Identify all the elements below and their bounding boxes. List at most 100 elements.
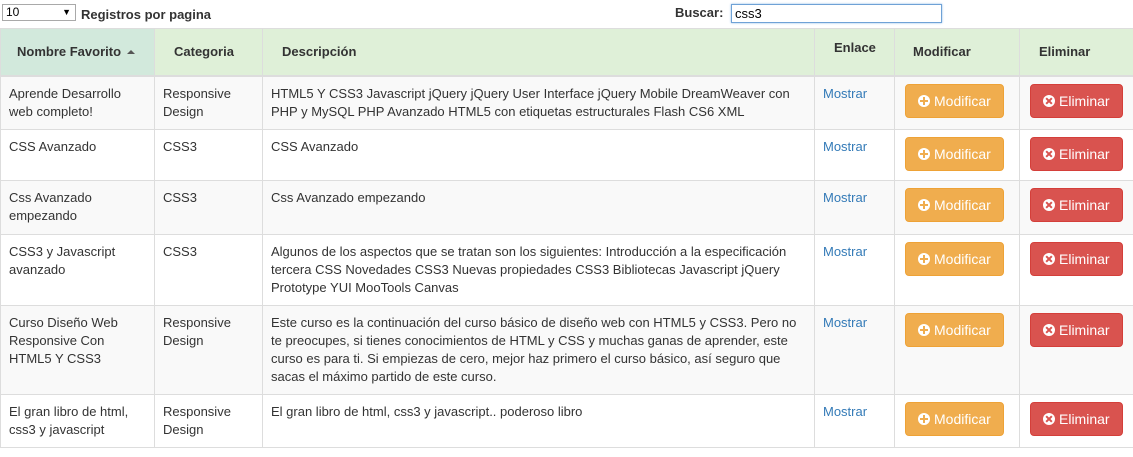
cell-enlace: Mostrar	[814, 75, 895, 130]
table-controls: 10 ▼ Registros por pagina Buscar: css3	[0, 0, 1133, 28]
show-link[interactable]: Mostrar	[823, 244, 867, 259]
cell-nombre: Aprende Desarrollo web completo!	[0, 75, 155, 130]
delete-button[interactable]: Eliminar	[1030, 188, 1123, 222]
cell-eliminar: Eliminar	[1019, 180, 1133, 235]
cell-nombre: Curso Diseño Web Responsive Con HTML5 Y …	[0, 305, 155, 395]
column-header-enlace[interactable]: Enlace	[814, 28, 895, 77]
cell-descripcion: CSS Avanzado	[262, 129, 815, 181]
delete-button[interactable]: Eliminar	[1030, 313, 1123, 347]
delete-button-label: Eliminar	[1059, 92, 1110, 109]
remove-circle-icon	[1043, 199, 1055, 211]
cell-categoria: Responsive Design	[154, 394, 263, 448]
plus-circle-icon	[918, 413, 930, 425]
delete-button[interactable]: Eliminar	[1030, 83, 1123, 118]
show-link[interactable]: Mostrar	[823, 86, 867, 101]
show-link[interactable]: Mostrar	[823, 404, 867, 419]
modify-button-label: Modificar	[934, 411, 991, 427]
remove-circle-icon	[1043, 413, 1055, 425]
cell-modificar: Modificar	[894, 394, 1020, 448]
modify-button[interactable]: Modificar	[905, 242, 1004, 276]
remove-circle-icon	[1043, 94, 1055, 107]
column-header-label: Nombre Favorito	[17, 44, 122, 60]
delete-button-label: Eliminar	[1059, 197, 1110, 213]
cell-descripcion: Algunos de los aspectos que se tratan so…	[262, 234, 815, 306]
modify-button[interactable]: Modificar	[905, 83, 1004, 118]
column-header-descripcion[interactable]: Descripción	[262, 28, 815, 77]
cell-categoria: CSS3	[154, 129, 263, 181]
cell-nombre: CSS Avanzado	[0, 129, 155, 181]
delete-button[interactable]: Eliminar	[1030, 402, 1123, 436]
cell-eliminar: Eliminar	[1019, 305, 1133, 395]
table-row: El gran libro de html, css3 y javascript…	[0, 394, 1133, 448]
page-length-value: 10	[6, 5, 20, 19]
page-length-select[interactable]: 10 ▼	[2, 4, 76, 21]
cell-enlace: Mostrar	[814, 305, 895, 395]
cell-categoria: Responsive Design	[154, 305, 263, 395]
cell-descripcion: HTML5 Y CSS3 Javascript jQuery jQuery Us…	[262, 75, 815, 130]
remove-circle-icon	[1043, 253, 1055, 265]
modify-button[interactable]: Modificar	[905, 137, 1004, 171]
page-length-label: Registros por pagina	[81, 7, 212, 22]
cell-descripcion: Este curso es la continuación del curso …	[262, 305, 815, 395]
cell-modificar: Modificar	[894, 180, 1020, 235]
delete-button[interactable]: Eliminar	[1030, 242, 1123, 276]
cell-enlace: Mostrar	[814, 234, 895, 306]
column-header-categoria[interactable]: Categoria	[154, 28, 263, 77]
cell-nombre: El gran libro de html, css3 y javascript	[0, 394, 155, 448]
column-header-eliminar[interactable]: Eliminar	[1019, 28, 1133, 77]
cell-enlace: Mostrar	[814, 129, 895, 181]
remove-circle-icon	[1043, 324, 1055, 336]
modify-button-label: Modificar	[934, 146, 991, 162]
table-header-row: Nombre Favorito Categoria Descripción En…	[0, 28, 1133, 77]
cell-eliminar: Eliminar	[1019, 234, 1133, 306]
favorites-table: Nombre Favorito Categoria Descripción En…	[0, 28, 1133, 448]
modify-button[interactable]: Modificar	[905, 313, 1004, 347]
plus-circle-icon	[918, 94, 930, 107]
cell-enlace: Mostrar	[814, 180, 895, 235]
sort-ascending-icon	[127, 50, 136, 55]
cell-eliminar: Eliminar	[1019, 129, 1133, 181]
column-header-label: Categoria	[174, 44, 234, 60]
column-header-modificar[interactable]: Modificar	[894, 28, 1020, 77]
plus-circle-icon	[918, 199, 930, 211]
modify-button-label: Modificar	[934, 197, 991, 213]
plus-circle-icon	[918, 253, 930, 265]
column-header-label: Descripción	[282, 44, 357, 60]
delete-button[interactable]: Eliminar	[1030, 137, 1123, 171]
delete-button-label: Eliminar	[1059, 146, 1110, 162]
cell-descripcion: Css Avanzado empezando	[262, 180, 815, 235]
modify-button[interactable]: Modificar	[905, 188, 1004, 222]
cell-eliminar: Eliminar	[1019, 75, 1133, 130]
modify-button[interactable]: Modificar	[905, 402, 1004, 436]
search-input[interactable]: css3	[731, 4, 942, 23]
modify-button-label: Modificar	[934, 92, 991, 109]
delete-button-label: Eliminar	[1059, 251, 1110, 267]
show-link[interactable]: Mostrar	[823, 190, 867, 205]
cell-descripcion: El gran libro de html, css3 y javascript…	[262, 394, 815, 448]
table-row: CSS Avanzado CSS3 CSS Avanzado Mostrar Modif…	[0, 129, 1133, 181]
remove-circle-icon	[1043, 148, 1055, 160]
column-header-label: Eliminar	[1039, 44, 1091, 60]
cell-categoria: CSS3	[154, 180, 263, 235]
cell-modificar: Modificar	[894, 305, 1020, 395]
column-header-nombre[interactable]: Nombre Favorito	[0, 28, 155, 77]
dropdown-arrow-icon: ▼	[62, 7, 71, 17]
show-link[interactable]: Mostrar	[823, 139, 867, 154]
table-row: Curso Diseño Web Responsive Con HTML5 Y …	[0, 305, 1133, 395]
column-header-label: Enlace	[834, 40, 876, 55]
cell-enlace: Mostrar	[814, 394, 895, 448]
cell-nombre: CSS3 y Javascript avanzado	[0, 234, 155, 306]
cell-nombre: Css Avanzado empezando	[0, 180, 155, 235]
plus-circle-icon	[918, 324, 930, 336]
modify-button-label: Modificar	[934, 322, 991, 338]
column-header-label: Modificar	[913, 44, 971, 60]
cell-categoria: CSS3	[154, 234, 263, 306]
delete-button-label: Eliminar	[1059, 411, 1110, 427]
show-link[interactable]: Mostrar	[823, 315, 867, 330]
cell-categoria: Responsive Design	[154, 75, 263, 130]
delete-button-label: Eliminar	[1059, 322, 1110, 338]
table-row: Aprende Desarrollo web completo! Responsi…	[0, 75, 1133, 130]
plus-circle-icon	[918, 148, 930, 160]
table-row: Css Avanzado empezando CSS3 Css Avanzado e…	[0, 180, 1133, 235]
cell-eliminar: Eliminar	[1019, 394, 1133, 448]
